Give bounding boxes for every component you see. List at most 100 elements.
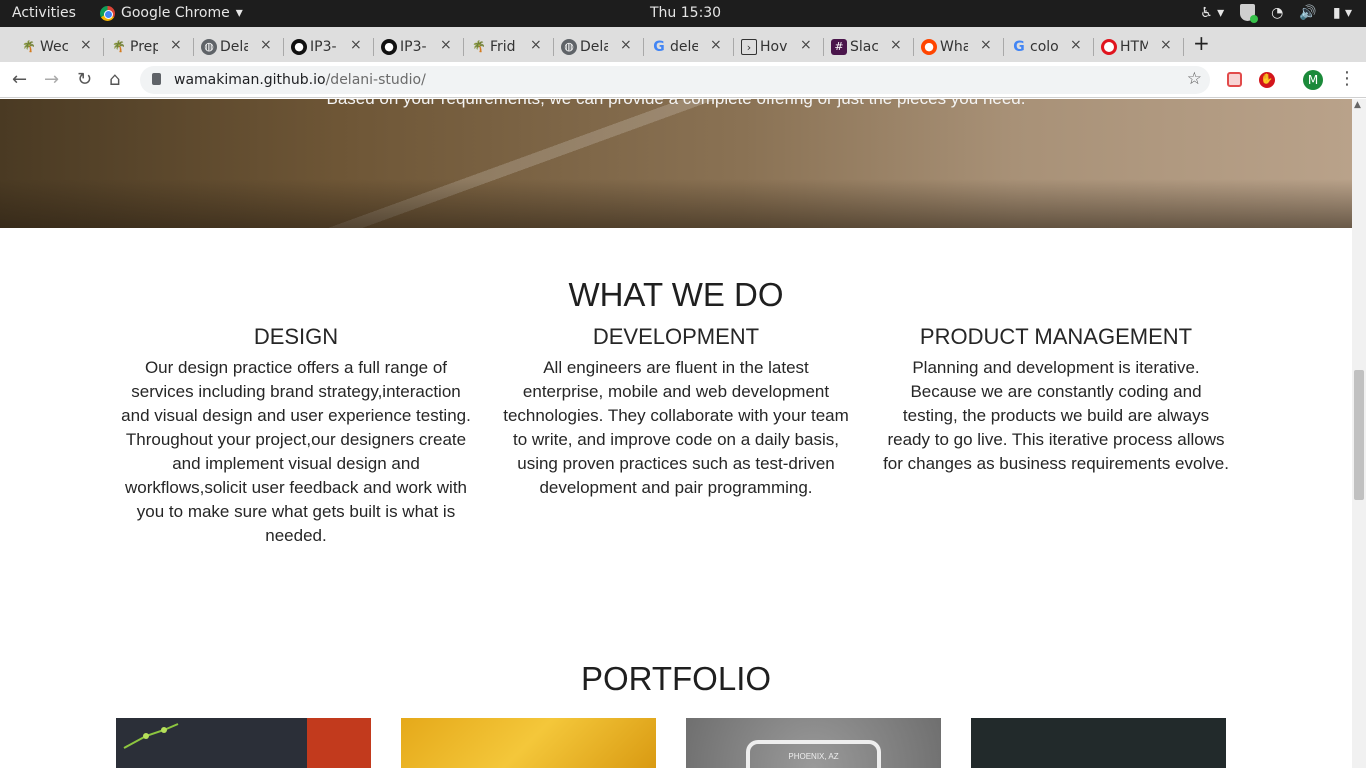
close-icon[interactable]: × xyxy=(620,37,632,53)
hero-shade xyxy=(0,179,1352,228)
browser-toolbar: ← → ↻ ⌂ wamakiman.github.io/delani-studi… xyxy=(0,62,1366,98)
chevron-down-icon: ▾ xyxy=(235,5,243,21)
back-arrow-icon[interactable]: ← xyxy=(12,69,27,90)
extension-stop-icon[interactable]: ✋ xyxy=(1259,72,1275,88)
address-bar[interactable]: wamakiman.github.io/delani-studio/ ☆ xyxy=(140,66,1210,94)
tab-divider xyxy=(283,38,284,56)
tab-divider xyxy=(1003,38,1004,56)
close-icon[interactable]: × xyxy=(170,37,182,53)
activities-button[interactable]: Activities xyxy=(12,5,76,21)
close-icon[interactable]: × xyxy=(710,37,722,53)
tab-divider xyxy=(193,38,194,56)
close-icon[interactable]: × xyxy=(80,37,92,53)
tab-label: Wec xyxy=(40,39,68,55)
close-icon[interactable]: × xyxy=(260,37,272,53)
clock[interactable]: Thu 15:30 xyxy=(650,5,721,21)
tab-divider xyxy=(103,38,104,56)
chart-thumbnail xyxy=(123,723,179,749)
tab-divider xyxy=(1093,38,1094,56)
system-tray[interactable]: ♿ ▾ ◔ 🔊 ▮ ▾ xyxy=(1200,4,1352,23)
tab-5[interactable]: ● IP3- × xyxy=(378,32,468,62)
bookmark-star-icon[interactable]: ☆ xyxy=(1187,69,1202,89)
tab-11[interactable]: ● Wha × xyxy=(918,32,1008,62)
globe-icon: ◍ xyxy=(201,39,217,55)
app-name: Google Chrome xyxy=(121,5,230,21)
tab-label: Dela xyxy=(220,39,248,55)
tab-label: Prep xyxy=(130,39,158,55)
url-text[interactable]: wamakiman.github.io/delani-studio/ xyxy=(174,72,426,88)
tab-6[interactable]: 🌴 Frid × xyxy=(468,32,558,62)
portfolio-item-3[interactable]: PHOENIX, AZ xyxy=(686,718,941,768)
shield-icon[interactable] xyxy=(1240,4,1259,23)
close-icon[interactable]: × xyxy=(530,37,542,53)
home-icon[interactable]: ⌂ xyxy=(109,69,120,90)
tab-1[interactable]: 🌴 Wec × xyxy=(18,32,108,62)
wifi-icon[interactable]: ◔ xyxy=(1271,5,1283,21)
tab-strip: 🌴 Wec × 🌴 Prep × ◍ Dela × ● IP3- × ● IP3… xyxy=(0,27,1366,62)
what-we-do-title: WHAT WE DO xyxy=(568,276,784,313)
tab-label: IP3- xyxy=(400,39,427,55)
tab-9[interactable]: › Hov × xyxy=(738,32,828,62)
tab-divider xyxy=(373,38,374,56)
service-heading: DEVELOPMENT xyxy=(592,324,760,349)
tree-icon: 🌴 xyxy=(22,40,36,53)
battery-icon[interactable]: ▮ ▾ xyxy=(1333,5,1352,21)
reload-icon[interactable]: ↻ xyxy=(77,69,92,90)
service-heading: DESIGN xyxy=(253,324,339,349)
close-icon[interactable]: × xyxy=(980,37,992,53)
close-icon[interactable]: × xyxy=(800,37,812,53)
scrollbar-thumb[interactable] xyxy=(1354,370,1364,500)
tab-divider xyxy=(1183,38,1184,56)
system-top-bar: Activities Google Chrome ▾ Thu 15:30 ♿ ▾… xyxy=(0,0,1366,27)
tree-icon: 🌴 xyxy=(472,40,486,53)
new-tab-button[interactable]: + xyxy=(1193,31,1210,55)
tree-icon: 🌴 xyxy=(112,40,126,53)
service-text: Our design practice offers a full range … xyxy=(121,358,471,545)
close-icon[interactable]: × xyxy=(890,37,902,53)
profile-avatar[interactable]: M xyxy=(1303,70,1323,90)
tab-label: IP3- xyxy=(310,39,337,55)
tab-10[interactable]: # Slac × xyxy=(828,32,918,62)
tab-3[interactable]: ◍ Dela × xyxy=(198,32,288,62)
close-icon[interactable]: × xyxy=(1160,37,1172,53)
opera-icon xyxy=(1101,39,1117,55)
tab-7[interactable]: ◍ Dela × xyxy=(558,32,648,62)
portfolio-item-2[interactable] xyxy=(401,718,656,768)
app-menu[interactable]: Google Chrome ▾ xyxy=(100,5,243,21)
tab-label: Frid xyxy=(490,39,516,55)
service-design: DESIGN Our design practice offers a full… xyxy=(121,324,471,548)
globe-icon: ◍ xyxy=(561,39,577,55)
tab-label: Dela xyxy=(580,39,608,55)
tab-12[interactable]: G colo × xyxy=(1008,32,1098,62)
tab-13[interactable]: HTM × xyxy=(1098,32,1188,62)
service-text: Planning and development is iterative. B… xyxy=(883,358,1229,473)
github-icon: ● xyxy=(381,39,397,55)
kebab-menu-icon[interactable]: ⋮ xyxy=(1338,68,1356,89)
tab-label: Wha xyxy=(940,39,968,55)
google-icon: G xyxy=(1013,39,1025,55)
tab-divider xyxy=(733,38,734,56)
volume-icon[interactable]: 🔊 xyxy=(1299,5,1316,21)
tab-label: HTM xyxy=(1120,39,1148,55)
close-icon[interactable]: × xyxy=(1070,37,1082,53)
service-product-management: PRODUCT MANAGEMENT Planning and developm… xyxy=(881,324,1231,476)
reddit-icon: ● xyxy=(921,39,937,55)
tab-divider xyxy=(463,38,464,56)
portfolio-title: PORTFOLIO xyxy=(580,660,772,697)
portfolio-item-1[interactable] xyxy=(116,718,371,768)
portfolio-item-4[interactable] xyxy=(971,718,1226,768)
tab-label: dele xyxy=(670,39,698,55)
close-icon[interactable]: × xyxy=(440,37,452,53)
lock-icon[interactable] xyxy=(152,73,161,85)
tab-8[interactable]: G dele × xyxy=(648,32,738,62)
scroll-up-icon[interactable]: ▲ xyxy=(1354,100,1361,110)
tab-2[interactable]: 🌴 Prep × xyxy=(108,32,198,62)
url-host: wamakiman.github.io xyxy=(174,72,326,88)
tab-4[interactable]: ● IP3- × xyxy=(288,32,378,62)
google-icon: G xyxy=(653,39,665,55)
slack-icon: # xyxy=(831,39,847,55)
close-icon[interactable]: × xyxy=(350,37,362,53)
accessibility-icon[interactable]: ♿ ▾ xyxy=(1200,5,1224,21)
forward-arrow-icon[interactable]: → xyxy=(44,69,59,90)
extension-shield-icon[interactable] xyxy=(1227,72,1242,87)
